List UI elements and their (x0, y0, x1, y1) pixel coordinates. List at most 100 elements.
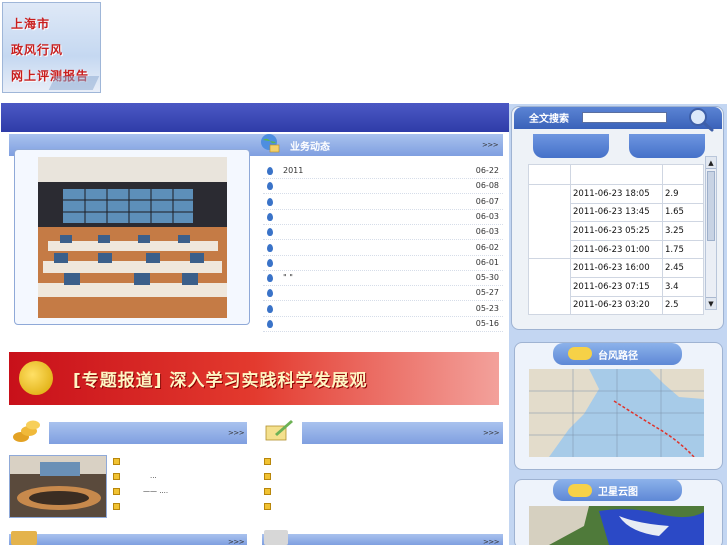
news-item-title[interactable]: 2011 (283, 166, 303, 175)
logo-line-2: 政风行风 (11, 43, 64, 57)
col-header-time (570, 164, 663, 185)
tide-table: 2011-06-23 18:05 2.9 2011-06-23 13:45 1.… (528, 164, 704, 316)
bullet-icon (264, 473, 271, 480)
time-cell: 2011-06-23 03:20 (570, 295, 663, 316)
bullet-icon (264, 458, 271, 465)
bullet-icon (264, 488, 271, 495)
time-cell: 2011-06-23 05:25 (570, 221, 663, 241)
bottom-left-more-link[interactable]: >>> (228, 538, 245, 545)
water-drop-icon (267, 182, 273, 191)
books-icon (11, 531, 37, 545)
water-drop-icon (267, 274, 273, 283)
tab-pill-left[interactable] (533, 134, 609, 158)
water-drop-icon (267, 228, 273, 237)
news-item[interactable]: 06-02 (263, 241, 503, 256)
table-row: 2011-06-23 18:05 2.9 (528, 183, 704, 260)
col-header-station (528, 164, 571, 185)
news-item-date: 05-23 (475, 303, 499, 313)
time-cell: 2011-06-23 16:00 (570, 258, 663, 278)
scroll-up-arrow-icon[interactable]: ▲ (706, 157, 716, 169)
top-nav-bar (1, 103, 509, 132)
water-drop-icon (267, 167, 273, 175)
news-photo[interactable] (38, 157, 227, 318)
site-logo[interactable]: 上海市 政风行风 网上评测报告 (2, 2, 101, 93)
tab-pill-right[interactable] (629, 134, 705, 158)
search-icon[interactable] (686, 106, 714, 132)
scroll-down-arrow-icon[interactable]: ▼ (706, 297, 716, 309)
bullet-icon (113, 488, 120, 495)
banner-text: [专题报道] 深入学习实践科学发展观 (73, 371, 368, 391)
news-item[interactable]: 06-08 (263, 179, 503, 195)
news-item[interactable]: 05-16 (263, 317, 503, 332)
news-item[interactable]: 06-07 (263, 195, 503, 210)
satellite-cloud-map[interactable] (529, 506, 704, 545)
value-cell: 1.65 (662, 202, 704, 223)
time-cell: 2011-06-23 18:05 (570, 184, 663, 204)
value-cell: 3.25 (662, 221, 704, 241)
time-cell: 2011-06-23 13:45 (570, 202, 663, 223)
meeting-photo[interactable] (9, 455, 107, 518)
bullet-icon (113, 503, 120, 510)
news-item-date: 06-03 (475, 211, 499, 221)
news-item-date: 05-27 (475, 288, 499, 298)
lower-left-item-2[interactable]: —— .... (143, 487, 168, 495)
globe-icon (258, 132, 280, 154)
lower-left-more-link[interactable]: >>> (228, 429, 245, 437)
news-section-title: 业务动态 (290, 142, 330, 153)
value-cell: 2.45 (662, 258, 704, 278)
bottom-left-section-header (9, 534, 247, 545)
tide-table-scrollbar[interactable]: ▲ ▼ (705, 156, 717, 310)
news-more-link[interactable]: >>> (482, 141, 499, 149)
keyboard-graphic (48, 76, 100, 90)
bottom-right-more-link[interactable]: >>> (483, 538, 500, 545)
lower-right-more-link[interactable]: >>> (483, 429, 500, 437)
news-item-date: 06-22 (475, 166, 499, 175)
party-emblem-icon (19, 361, 53, 395)
news-item-title[interactable]: " " (283, 273, 293, 282)
news-item-date: 06-01 (475, 257, 499, 267)
typhoon-title: 台风路径 (598, 351, 638, 362)
table-row: 2011-06-23 16:00 2.45 (528, 258, 704, 316)
value-cell: 3.4 (662, 276, 704, 297)
news-item[interactable]: 06-03 (263, 210, 503, 225)
logo-line-1: 上海市 (11, 17, 51, 31)
search-input[interactable] (582, 112, 667, 123)
water-drop-icon (267, 197, 273, 206)
news-item[interactable]: 05-23 (263, 302, 503, 317)
time-cell: 2011-06-23 01:00 (570, 239, 663, 260)
search-label: 全文搜索 (529, 114, 569, 125)
news-item[interactable]: 06-01 (263, 256, 503, 271)
news-item[interactable]: 05-27 (263, 286, 503, 302)
time-cell: 2011-06-23 07:15 (570, 276, 663, 297)
station-cell (528, 258, 571, 316)
lower-left-item-1[interactable]: ... (150, 472, 157, 480)
news-item-date: 06-08 (475, 181, 499, 191)
water-drop-icon (267, 258, 273, 267)
scroll-thumb[interactable] (707, 171, 715, 241)
water-drop-icon (267, 289, 273, 298)
water-drop-icon (267, 304, 273, 313)
value-cell: 2.9 (662, 184, 704, 204)
lower-left-section-header (9, 422, 247, 444)
station-cell (528, 183, 571, 260)
coins-icon (11, 417, 43, 445)
news-item[interactable]: 06-03 (263, 225, 503, 241)
bullet-icon (113, 473, 120, 480)
news-item[interactable]: 2011 06-22 (263, 164, 503, 179)
cloud-icon (568, 347, 592, 360)
typhoon-map[interactable] (529, 369, 704, 457)
special-report-banner[interactable]: [专题报道] 深入学习实践科学发展观 (9, 352, 499, 405)
bullet-icon (264, 503, 271, 510)
news-item-date: 06-02 (475, 242, 499, 252)
lower-right-section-header (262, 422, 503, 444)
news-item-date: 06-03 (475, 227, 499, 237)
bullet-icon (113, 458, 120, 465)
table-header-row (528, 164, 704, 185)
bottom-right-section-header (262, 534, 503, 545)
news-item-date: 06-07 (475, 196, 499, 206)
news-item[interactable]: " " 05-30 (263, 271, 503, 287)
col-header-value (662, 164, 704, 185)
water-drop-icon (267, 320, 273, 328)
value-cell: 1.75 (662, 239, 704, 260)
water-drop-icon (267, 243, 273, 252)
